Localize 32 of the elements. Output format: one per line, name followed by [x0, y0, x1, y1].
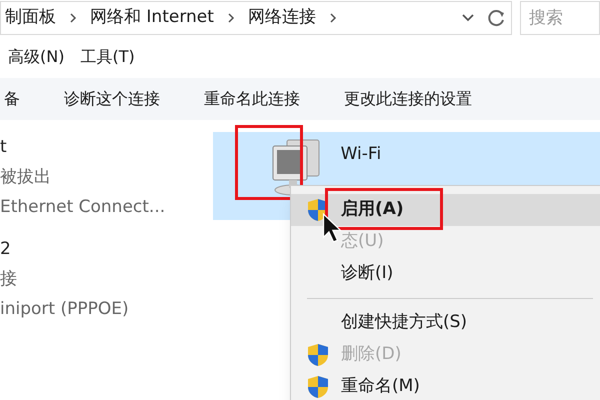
breadcrumb[interactable]: 制面板: [1, 5, 60, 31]
chevron-down-icon[interactable]: [461, 13, 475, 23]
menu-item[interactable]: 启用(A): [291, 194, 600, 226]
toolbar-button[interactable]: 更改此连接的设置: [344, 87, 472, 111]
chevron-right-icon: [328, 12, 338, 24]
toolbar-button[interactable]: 重命名此连接: [204, 87, 300, 111]
connection-item[interactable]: t 被拔出 Ethernet Connect...: [0, 132, 173, 222]
menu-item[interactable]: 诊断(I): [291, 258, 600, 290]
breadcrumb[interactable]: 网络连接: [244, 5, 320, 31]
cursor-icon: [322, 212, 342, 244]
shield-icon: [307, 375, 329, 399]
device-name: Ethernet Connect...: [0, 196, 166, 219]
chevron-right-icon: [68, 12, 78, 24]
connection-item[interactable]: 2 接 iniport (PPPOE): [0, 234, 173, 324]
connection-name: 2: [0, 238, 12, 261]
toolbar-button[interactable]: 备: [4, 87, 20, 111]
search-field[interactable]: 搜索: [520, 1, 600, 35]
refresh-icon[interactable]: [487, 8, 507, 28]
chevron-right-icon: [226, 12, 236, 24]
menu-item[interactable]: 工具(T): [80, 45, 135, 69]
menu-item[interactable]: 高级(N): [8, 45, 64, 69]
toolbar-button[interactable]: 诊断这个连接: [64, 87, 160, 111]
menu-item[interactable]: 创建快捷方式(S): [291, 307, 600, 339]
menu-item[interactable]: 重命名(M): [291, 371, 600, 400]
connection-status: 被拔出: [0, 166, 52, 189]
connection-status: 接: [0, 268, 18, 291]
connection-name: t: [0, 136, 8, 159]
shield-icon: [307, 343, 329, 367]
breadcrumb[interactable]: 网络和 Internet: [86, 5, 218, 31]
connection-name: Wi-Fi: [340, 143, 382, 166]
address-bar[interactable]: 制面板 网络和 Internet 网络连接: [0, 1, 512, 35]
device-name: iniport (PPPOE): [0, 298, 130, 321]
